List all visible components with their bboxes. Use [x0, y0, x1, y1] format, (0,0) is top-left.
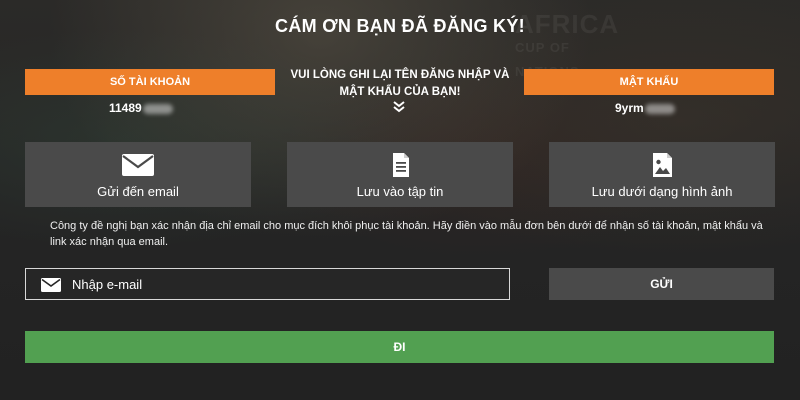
account-number-text: 11489 — [109, 101, 142, 115]
envelope-icon — [122, 154, 154, 176]
send-button[interactable]: GỬI — [549, 268, 774, 300]
password-text: 9yrm — [615, 101, 644, 115]
send-to-email-label: Gửi đến email — [97, 184, 179, 199]
go-button[interactable]: ĐI — [25, 331, 774, 363]
document-icon — [393, 153, 409, 177]
email-field[interactable] — [25, 268, 510, 300]
notice-line-1: VUI LÒNG GHI LẠI TÊN ĐĂNG NHẬP VÀ — [290, 69, 510, 81]
image-icon — [653, 153, 672, 177]
send-to-email-button[interactable]: Gửi đến email — [25, 142, 251, 207]
password-label: MẬT KHẨU — [524, 69, 774, 95]
double-chevron-down-icon — [393, 101, 405, 113]
save-as-image-label: Lưu dưới dạng hình ảnh — [591, 184, 733, 199]
account-number-label: SỐ TÀI KHOẢN — [25, 69, 275, 95]
password-value: 9yrm — [615, 99, 675, 117]
email-confirmation-info: Công ty đề nghị bạn xác nhận địa chỉ ema… — [50, 220, 763, 248]
save-credentials-notice: VUI LÒNG GHI LẠI TÊN ĐĂNG NHẬP VÀ MẬT KH… — [276, 67, 524, 101]
account-number-value: 11489 — [109, 99, 173, 117]
account-number-redaction — [142, 103, 173, 114]
password-redaction — [644, 103, 675, 114]
save-to-file-label: Lưu vào tập tin — [356, 184, 444, 199]
page-title: CÁM ƠN BẠN ĐÃ ĐĂNG KÝ! — [275, 16, 525, 36]
email-input[interactable] — [72, 269, 502, 299]
save-as-image-button[interactable]: Lưu dưới dạng hình ảnh — [549, 142, 775, 207]
envelope-icon — [41, 278, 61, 292]
save-to-file-button[interactable]: Lưu vào tập tin — [287, 142, 513, 207]
